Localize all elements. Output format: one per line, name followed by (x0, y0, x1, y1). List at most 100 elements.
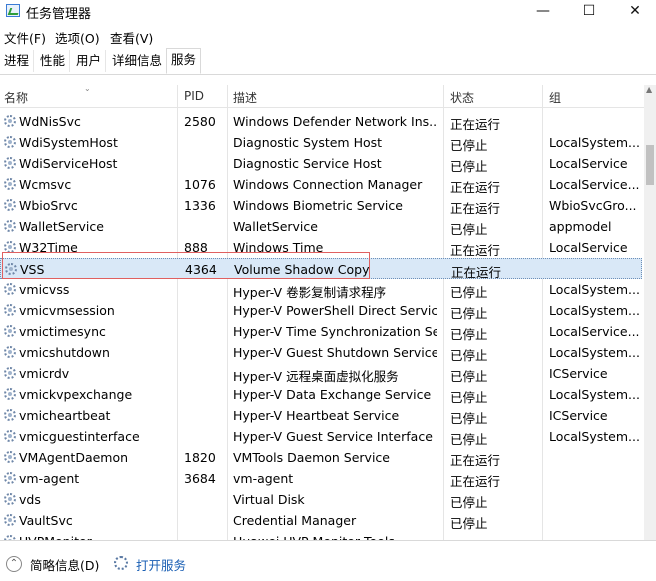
service-description: Windows Connection Manager (233, 177, 423, 192)
column-group[interactable]: 组 (549, 89, 561, 106)
collapse-icon[interactable]: ⌃ (6, 556, 22, 572)
service-status: 已停止 (450, 222, 488, 237)
tab-users[interactable]: 用户 (72, 50, 107, 72)
scrollbar-thumb[interactable] (646, 145, 654, 185)
tab-processes[interactable]: 进程 (0, 50, 35, 72)
service-description: Hyper-V 远程桌面虚拟化服务 (233, 369, 399, 384)
table-row[interactable]: Wcmsvc 1076 Windows Connection Manager 正在运行… (0, 174, 642, 195)
table-row[interactable]: VSS 4364 Volume Shadow Copy 正在运行 (0, 258, 642, 280)
column-name[interactable]: 名称 (4, 89, 28, 106)
service-description: Hyper-V Guest Shutdown Service (233, 345, 437, 360)
service-description: Diagnostic System Host (233, 135, 383, 150)
table-row[interactable]: vmicguestinterface Hyper-V Guest Service … (0, 426, 642, 447)
tab-performance[interactable]: 性能 (36, 50, 71, 72)
service-name: vmicrdv (19, 366, 70, 381)
table-row[interactable]: vmicshutdown Hyper-V Guest Shutdown Servi… (0, 342, 642, 363)
table-row[interactable]: VaultSvc Credential Manager 已停止 (0, 510, 642, 531)
table-row[interactable]: WdiSystemHost Diagnostic System Host 已停止 Lo… (0, 132, 642, 153)
service-status: 已停止 (450, 516, 488, 531)
service-name: W32Time (19, 240, 78, 255)
service-description: VMTools Daemon Service (233, 450, 390, 465)
service-description: Volume Shadow Copy (234, 262, 370, 277)
footer: ⌃ 简略信息(D) 打开服务 (0, 540, 656, 581)
minimize-button[interactable]: — (520, 0, 566, 24)
table-row[interactable]: vds Virtual Disk 已停止 (0, 489, 642, 510)
service-gear-icon (4, 514, 16, 526)
service-description: Virtual Disk (233, 492, 305, 507)
table-row[interactable]: vmickvpexchange Hyper-V Data Exchange Ser… (0, 384, 642, 405)
service-description: Credential Manager (233, 513, 357, 528)
service-group: LocalService... (549, 324, 640, 339)
service-group: ICService (549, 408, 608, 423)
column-description[interactable]: 描述 (233, 89, 257, 106)
service-pid: 4364 (185, 262, 217, 277)
tab-bar: 进程 性能 用户 详细信息 服务 (0, 48, 656, 75)
table-row[interactable]: vmictimesync Hyper-V Time Synchronization… (0, 321, 642, 342)
service-group: LocalService (549, 156, 628, 171)
tab-services[interactable]: 服务 (166, 48, 202, 74)
table-row[interactable]: vmicvss Hyper-V 卷影复制请求程序 已停止 LocalSystem... (0, 279, 642, 300)
service-gear-icon (4, 157, 16, 169)
service-status: 已停止 (450, 327, 488, 342)
maximize-button[interactable]: ☐ (566, 0, 612, 24)
open-services-link[interactable]: 打开服务 (136, 555, 186, 574)
services-list: WdNisSvc 2580 Windows Defender Network Ins… (0, 108, 644, 540)
table-row[interactable]: VMAgentDaemon 1820 VMTools Daemon Service 正… (0, 447, 642, 468)
service-pid: 1076 (184, 177, 216, 192)
scroll-up-icon[interactable]: ▲ (646, 85, 652, 94)
table-row[interactable]: vmicvmsession Hyper-V PowerShell Direct S… (0, 300, 642, 321)
service-status: 已停止 (450, 390, 488, 405)
service-status: 已停止 (450, 369, 488, 384)
services-icon (114, 556, 128, 570)
service-gear-icon (4, 367, 16, 379)
service-name: vmicshutdown (19, 345, 110, 360)
service-group: LocalSystem... (549, 429, 640, 444)
table-row[interactable]: WbioSrvc 1336 Windows Biometric Service 正在运… (0, 195, 642, 216)
service-name: vmicvss (19, 282, 70, 297)
close-button[interactable]: ✕ (612, 0, 656, 24)
service-description: Windows Time (233, 240, 324, 255)
service-status: 已停止 (450, 432, 488, 447)
menu-options[interactable]: 选项(O) (55, 28, 100, 47)
table-row[interactable]: vmicheartbeat Hyper-V Heartbeat Service 已停… (0, 405, 642, 426)
vertical-scrollbar[interactable]: ▲ (644, 85, 656, 540)
service-gear-icon (4, 451, 16, 463)
service-gear-icon (4, 115, 16, 127)
table-row[interactable]: vmicrdv Hyper-V 远程桌面虚拟化服务 已停止 ICService (0, 363, 642, 384)
task-manager-icon (6, 4, 20, 17)
service-gear-icon (4, 304, 16, 316)
column-status[interactable]: 状态 (450, 89, 474, 106)
table-row[interactable]: WdiServiceHost Diagnostic Service Host 已停止… (0, 153, 642, 174)
table-row[interactable]: WdNisSvc 2580 Windows Defender Network Ins… (0, 111, 642, 132)
service-description: Hyper-V 卷影复制请求程序 (233, 285, 387, 300)
table-row[interactable]: vm-agent 3684 vm-agent 正在运行 (0, 468, 642, 489)
service-description: Windows Biometric Service (233, 198, 403, 213)
service-gear-icon (4, 346, 16, 358)
column-pid[interactable]: PID (184, 89, 204, 103)
menu-bar: 文件(F) 选项(O) 查看(V) (0, 26, 656, 46)
service-name: VMAgentDaemon (19, 450, 129, 465)
menu-file[interactable]: 文件(F) (4, 28, 46, 47)
service-gear-icon (4, 136, 16, 148)
service-name: WdiServiceHost (19, 156, 118, 171)
tab-details[interactable]: 详细信息 (108, 50, 168, 72)
service-status: 正在运行 (450, 243, 501, 258)
brief-info-button[interactable]: 简略信息(D) (30, 555, 99, 574)
service-status: 已停止 (450, 159, 488, 174)
service-status: 已停止 (450, 411, 488, 426)
table-row[interactable]: W32Time 888 Windows Time 正在运行 LocalService (0, 237, 642, 258)
service-name: vmictimesync (19, 324, 106, 339)
service-name: WalletService (19, 219, 104, 234)
service-name: WbioSrvc (19, 198, 78, 213)
table-row[interactable]: WalletService WalletService 已停止 appmodel (0, 216, 642, 237)
service-description: Hyper-V Heartbeat Service (233, 408, 400, 423)
menu-view[interactable]: 查看(V) (110, 28, 153, 47)
service-name: vmicheartbeat (19, 408, 111, 423)
service-gear-icon (4, 409, 16, 421)
table-row[interactable]: UVPMonitorHuawei UVP Monitor Tools (0, 531, 642, 540)
service-description: Hyper-V Guest Service Interface (233, 429, 433, 444)
service-name: vmicvmsession (19, 303, 115, 318)
service-group: LocalService... (549, 177, 640, 192)
service-description: vm-agent (233, 471, 294, 486)
service-description: Hyper-V Data Exchange Service (233, 387, 432, 402)
